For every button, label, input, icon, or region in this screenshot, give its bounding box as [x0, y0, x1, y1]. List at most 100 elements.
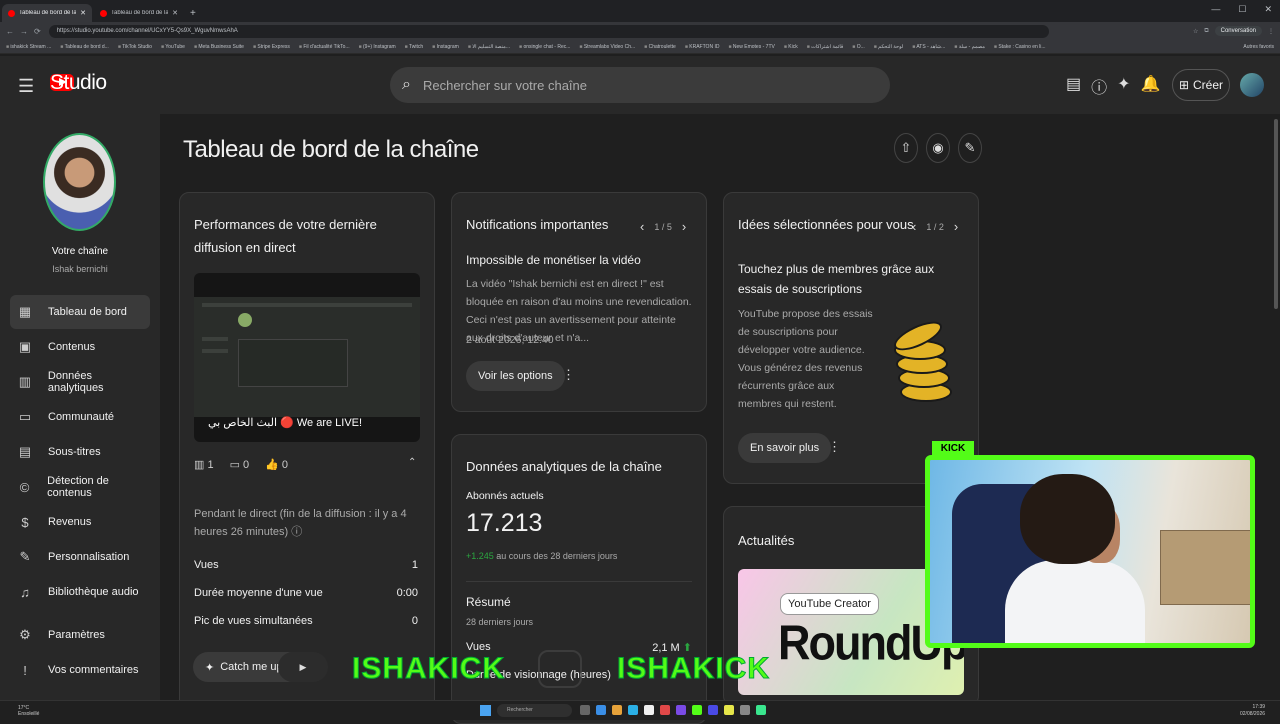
bookmark-item[interactable]: Stake : Casino en li...: [994, 44, 1045, 50]
chevron-right-icon[interactable]: ›: [682, 219, 686, 234]
app-icon[interactable]: [692, 705, 702, 715]
url-field[interactable]: https://studio.youtube.com/channel/UCxYY…: [48, 24, 1049, 38]
conversation-button[interactable]: Conversation: [1214, 26, 1262, 36]
bookmark-item[interactable]: لوحة التحكم: [874, 44, 903, 50]
bookmark-item[interactable]: قائمة اشتراكات: [807, 44, 843, 50]
weather-widget[interactable]: 17°C Ensoleillé: [18, 705, 39, 717]
see-options-button[interactable]: Voir les options: [466, 361, 565, 391]
close-window-icon[interactable]: ✕: [1264, 4, 1272, 15]
minimize-icon[interactable]: —: [1211, 4, 1220, 15]
bookmark-item[interactable]: New Emotes - 7TV: [728, 44, 775, 50]
chevron-left-icon[interactable]: ‹: [912, 219, 916, 234]
extensions-icon[interactable]: ⧉: [1204, 28, 1208, 35]
other-bookmarks[interactable]: Autres favoris: [1243, 44, 1280, 50]
bookmark-item[interactable]: ATS - شاهد...: [912, 44, 945, 50]
bookmark-item[interactable]: KRAFTON ID: [685, 44, 719, 50]
bar-chart-icon: ▥: [194, 459, 208, 471]
bookmark-item[interactable]: Meta Business Suite: [194, 44, 244, 50]
bookmark-item[interactable]: Twitch: [405, 44, 423, 50]
notification-date: 2 août 2026, 12:40: [466, 334, 554, 346]
back-icon[interactable]: ←: [6, 27, 14, 36]
app-icon[interactable]: [644, 705, 654, 715]
sparkle-icon[interactable]: ✦: [1117, 74, 1130, 98]
webcam-overlay: [925, 455, 1255, 648]
app-icon[interactable]: [660, 705, 670, 715]
bookmark-item[interactable]: Fil d'actualité TikTo...: [299, 44, 349, 50]
sidebar-item-audio-library[interactable]: ♫ Bibliothèque audio: [10, 575, 150, 609]
views-count: 1: [207, 459, 214, 471]
taskbar-clock[interactable]: 17:39 02/08/2026: [1240, 704, 1265, 718]
close-tab-icon[interactable]: ✕: [80, 9, 86, 17]
page-scrollbar[interactable]: [1272, 114, 1280, 700]
app-icon[interactable]: [756, 705, 766, 715]
chevron-left-icon[interactable]: ‹: [640, 219, 644, 234]
studio-logo[interactable]: Studio: [50, 72, 107, 93]
sidebar-item-copyright[interactable]: © Détection de contenus: [10, 470, 150, 504]
search-bar[interactable]: ⌕ Rechercher sur votre chaîne: [390, 67, 890, 103]
taskbar-search[interactable]: Rechercher: [497, 704, 572, 717]
channel-avatar[interactable]: [43, 133, 116, 231]
folder-icon[interactable]: [612, 705, 622, 715]
bookmark-item[interactable]: Tableau de bord d...: [60, 44, 109, 50]
comments-feed-icon[interactable]: ▤: [1066, 74, 1081, 98]
bookmark-item[interactable]: Kick: [784, 44, 797, 50]
go-live-icon[interactable]: ◉: [926, 133, 950, 163]
task-view-icon[interactable]: [580, 705, 590, 715]
create-button[interactable]: ⊞ Créer: [1172, 69, 1230, 101]
search-input[interactable]: Rechercher sur votre chaîne: [423, 78, 587, 93]
sidebar-item-subtitles[interactable]: ▤ Sous-titres: [10, 435, 150, 469]
browser-tab[interactable]: Tableau de bord de la chaîne - YouTube S…: [94, 4, 184, 22]
bookmark-item[interactable]: مصمم - سلة: [954, 44, 985, 50]
bookmark-item[interactable]: منصة التسليم الا...: [468, 44, 510, 50]
sidebar-item-content[interactable]: ▣ Contenus: [10, 330, 150, 364]
app-icon[interactable]: [724, 705, 734, 715]
bookmark-item[interactable]: Chatroulette: [644, 44, 676, 50]
chevron-up-icon[interactable]: ⌃: [408, 457, 416, 468]
brush-icon: ✎: [19, 549, 31, 564]
new-tab-icon[interactable]: +: [184, 8, 202, 22]
card-title: Données analytiques de la chaîne: [466, 459, 662, 474]
sidebar-item-feedback[interactable]: ! Vos commentaires: [10, 653, 150, 687]
more-options-icon[interactable]: ⋮: [828, 439, 841, 455]
help-icon[interactable]: ⓘ: [1091, 74, 1107, 98]
sidebar-item-earn[interactable]: $ Revenus: [10, 505, 150, 539]
create-post-icon[interactable]: ✎: [958, 133, 982, 163]
scrollbar-thumb[interactable]: [1274, 119, 1278, 309]
more-options-icon[interactable]: ⋮: [562, 367, 575, 383]
sidebar-item-analytics[interactable]: ▥ Données analytiques: [10, 365, 150, 399]
sidebar-item-community[interactable]: ▭ Communauté: [10, 400, 150, 434]
bookmark-item[interactable]: onsingle chat - Rec...: [519, 44, 570, 50]
sidebar-item-settings[interactable]: ⚙ Paramètres: [10, 618, 150, 652]
app-icon[interactable]: [708, 705, 718, 715]
account-avatar[interactable]: [1240, 73, 1264, 97]
sidebar-item-customization[interactable]: ✎ Personnalisation: [10, 540, 150, 574]
bookmark-item[interactable]: O...: [852, 44, 865, 50]
star-icon[interactable]: ☆: [1193, 28, 1198, 35]
app-icon[interactable]: [628, 705, 638, 715]
menu-icon[interactable]: ⋮: [1268, 28, 1274, 35]
app-icon[interactable]: [596, 705, 606, 715]
bookmark-item[interactable]: Streamlabs Video Ch...: [579, 44, 635, 50]
app-icon[interactable]: [740, 705, 750, 715]
bookmark-item[interactable]: Stripe Express: [253, 44, 290, 50]
bookmark-item[interactable]: Instagram: [432, 44, 459, 50]
windows-start-icon[interactable]: [480, 705, 491, 716]
bookmark-item[interactable]: ishakick Stream ...: [6, 44, 51, 50]
live-thumbnail[interactable]: البث الخاص بي 🔴 We are LIVE!: [194, 273, 420, 442]
app-icon[interactable]: [676, 705, 686, 715]
maximize-icon[interactable]: ☐: [1238, 4, 1246, 15]
help-icon[interactable]: ⓘ: [291, 526, 302, 538]
upload-icon[interactable]: ⇧: [894, 133, 918, 163]
learn-more-button[interactable]: En savoir plus: [738, 433, 832, 463]
forward-icon[interactable]: →: [20, 27, 28, 36]
bookmark-item[interactable]: (9+) Instagram: [359, 44, 396, 50]
close-tab-icon[interactable]: ✕: [172, 9, 178, 17]
hamburger-menu-icon[interactable]: ☰: [18, 76, 34, 97]
reload-icon[interactable]: ⟳: [34, 27, 41, 36]
browser-tab[interactable]: Tableau de bord de la chaîne - YouTube S…: [2, 4, 92, 22]
notifications-bell-icon[interactable]: 🔔: [1141, 74, 1161, 98]
sidebar-item-dashboard[interactable]: ▦ Tableau de bord: [10, 295, 150, 329]
bookmark-item[interactable]: TikTok Studio: [118, 44, 152, 50]
bookmark-item[interactable]: YouTube: [161, 44, 185, 50]
chevron-right-icon[interactable]: ›: [954, 219, 958, 234]
